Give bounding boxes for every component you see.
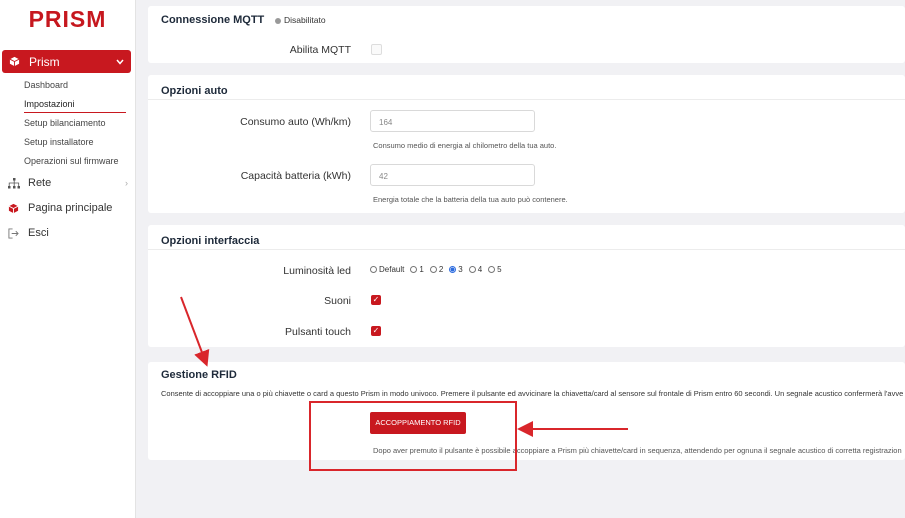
rfid-description: Consente di accoppiare una o più chiavet… bbox=[161, 389, 904, 398]
sidebar-item-label: Esci bbox=[28, 227, 49, 239]
sidebar-subitem-impostazioni[interactable]: Impostazioni bbox=[24, 99, 75, 109]
rfid-title: Gestione RFID bbox=[161, 369, 237, 381]
auto-card: Opzioni auto Consumo auto (Wh/km) 164 Co… bbox=[148, 75, 905, 213]
sidebar-item-label: Pagina principale bbox=[28, 202, 113, 214]
divider bbox=[148, 99, 905, 100]
sidebar: PRISM Prism Dashboard Impostazioni Setup… bbox=[0, 0, 136, 518]
chevron-right-icon: › bbox=[125, 178, 128, 188]
network-icon bbox=[8, 177, 22, 189]
mqtt-enable-label: Abilita MQTT bbox=[289, 44, 351, 56]
prism-logo: PRISM bbox=[28, 6, 107, 32]
brightness-option-2[interactable]: 2 bbox=[429, 265, 443, 274]
active-indicator bbox=[24, 112, 126, 113]
battery-input[interactable]: 42 bbox=[370, 164, 535, 186]
rfid-pairing-button[interactable]: ACCOPPIAMENTO RFID bbox=[370, 412, 466, 434]
mqtt-status: Disabilitato bbox=[275, 15, 326, 25]
chevron-down-icon[interactable] bbox=[116, 57, 124, 67]
rfid-help: Dopo aver premuto il pulsante è possibil… bbox=[373, 446, 902, 455]
interface-card: Opzioni interfaccia Luminosità led Defau… bbox=[148, 225, 905, 347]
brightness-option-1[interactable]: 1 bbox=[410, 265, 424, 274]
battery-help: Energia totale che la batteria della tua… bbox=[373, 195, 568, 204]
consumption-label: Consumo auto (Wh/km) bbox=[240, 116, 351, 128]
sidebar-subitem-firmware[interactable]: Operazioni sul firmware bbox=[24, 156, 119, 166]
sounds-checkbox[interactable]: ✓ bbox=[371, 295, 381, 305]
consumption-help: Consumo medio di energia al chilometro d… bbox=[373, 141, 557, 150]
sidebar-subitem-setup-installatore[interactable]: Setup installatore bbox=[24, 137, 94, 147]
sidebar-item-label: Prism bbox=[29, 54, 60, 69]
mqtt-card: Connessione MQTT Disabilitato Abilita MQ… bbox=[148, 6, 905, 63]
sidebar-item-esci[interactable]: Esci bbox=[8, 227, 128, 239]
sounds-label: Suoni bbox=[324, 295, 351, 307]
brightness-option-default[interactable]: Default bbox=[370, 265, 404, 274]
radio-icon[interactable] bbox=[370, 266, 377, 273]
sidebar-item-prism[interactable]: Prism bbox=[2, 50, 131, 73]
sidebar-item-pagina-principale[interactable]: Pagina principale bbox=[8, 202, 128, 214]
sidebar-item-rete[interactable]: Rete › bbox=[8, 177, 128, 189]
radio-selected-icon[interactable] bbox=[449, 266, 457, 273]
auto-title: Opzioni auto bbox=[161, 85, 228, 97]
rfid-card: Gestione RFID Consente di accoppiare una… bbox=[148, 362, 905, 460]
radio-icon[interactable] bbox=[410, 266, 418, 273]
sidebar-item-label: Rete bbox=[28, 177, 52, 189]
mqtt-title: Connessione MQTT bbox=[161, 14, 265, 26]
touch-checkbox[interactable]: ✓ bbox=[371, 326, 381, 336]
radio-icon[interactable] bbox=[468, 266, 476, 273]
cube-icon bbox=[8, 203, 22, 214]
brightness-label: Luminosità led bbox=[283, 265, 351, 277]
mqtt-status-text: Disabilitato bbox=[284, 15, 326, 25]
battery-label: Capacità batteria (kWh) bbox=[240, 170, 351, 182]
interface-title: Opzioni interfaccia bbox=[161, 235, 260, 247]
status-dot-icon bbox=[275, 17, 281, 24]
brightness-option-3[interactable]: 3 bbox=[449, 265, 463, 274]
radio-icon[interactable] bbox=[429, 266, 437, 273]
radio-icon[interactable] bbox=[488, 266, 496, 273]
brightness-option-4[interactable]: 4 bbox=[468, 265, 482, 274]
sidebar-subitem-setup-bilanciamento[interactable]: Setup bilanciamento bbox=[24, 118, 106, 128]
sidebar-subitem-dashboard[interactable]: Dashboard bbox=[24, 80, 68, 90]
brightness-option-5[interactable]: 5 bbox=[488, 265, 502, 274]
logout-icon bbox=[8, 227, 22, 239]
mqtt-enable-checkbox[interactable] bbox=[371, 44, 382, 55]
brightness-radio-group: Default 1 2 3 4 5 bbox=[370, 265, 502, 274]
cube-icon bbox=[9, 56, 25, 67]
divider bbox=[148, 249, 905, 250]
touch-label: Pulsanti touch bbox=[285, 326, 351, 338]
consumption-input[interactable]: 164 bbox=[370, 110, 535, 132]
